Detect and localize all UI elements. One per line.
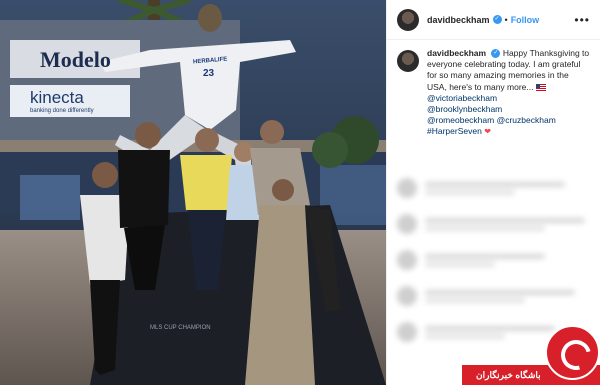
hashtag-link[interactable]: #HarperSeven: [427, 126, 482, 136]
follow-button[interactable]: Follow: [511, 15, 540, 25]
post-caption: davidbeckham ✓ Happy Thanksgiving to eve…: [387, 40, 600, 138]
plinth-text: MLS CUP CHAMPION: [150, 325, 211, 331]
kinecta-sign-text: kinecta: [30, 88, 84, 107]
instagram-post-view: Modelo kinecta banking done differently …: [0, 0, 600, 385]
person-yellow-jacket: [180, 155, 232, 210]
kinecta-sign-subtext: banking done differently: [30, 108, 94, 114]
post-side-panel: davidbeckham ✓ • Follow ••• davidbeckham…: [386, 0, 600, 385]
us-flag-icon: [535, 83, 546, 91]
post-photo[interactable]: Modelo kinecta banking done differently …: [0, 0, 386, 385]
watermark-logo-icon: [545, 325, 600, 380]
heart-emoji-icon: ❤: [484, 127, 491, 137]
caption-body: davidbeckham ✓ Happy Thanksgiving to eve…: [427, 48, 590, 138]
username-link[interactable]: davidbeckham: [427, 15, 490, 25]
mention-link[interactable]: @victoriabeckham: [427, 93, 590, 104]
caption-username-link[interactable]: davidbeckham: [427, 48, 486, 58]
verified-badge-icon: ✓: [492, 15, 502, 24]
watermark: باشگاه خبرنگاران: [460, 323, 600, 385]
mention-link[interactable]: @romeobeckham: [427, 115, 494, 125]
caption-avatar[interactable]: [397, 50, 419, 72]
caption-verified-badge-icon: ✓: [491, 49, 501, 59]
separator-dot: •: [504, 14, 508, 25]
mention-link[interactable]: @brooklynbeckham: [427, 104, 590, 115]
mention-link[interactable]: @cruzbeckham: [497, 115, 556, 125]
modelo-sign-text: Modelo: [40, 47, 111, 72]
statue-number-text: 23: [203, 68, 215, 79]
avatar[interactable]: [397, 8, 419, 31]
post-header: davidbeckham ✓ • Follow •••: [387, 0, 600, 40]
more-horizontal-icon[interactable]: •••: [574, 13, 590, 27]
